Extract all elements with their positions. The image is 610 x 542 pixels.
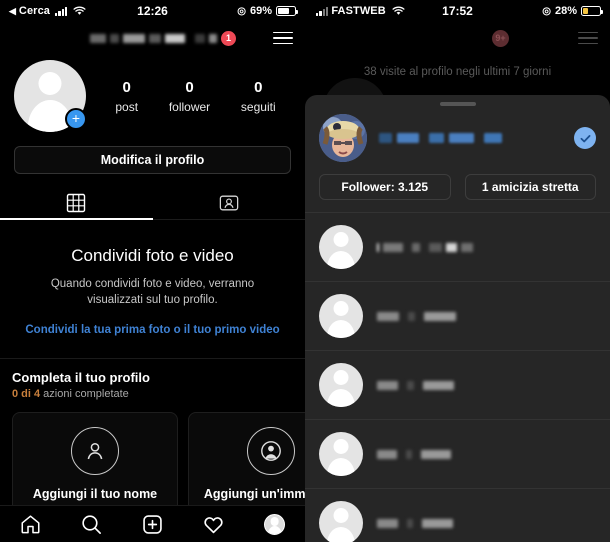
person-circle-icon bbox=[247, 427, 295, 475]
empty-state: Condividi foto e video Quando condividi … bbox=[0, 220, 305, 336]
home-icon[interactable] bbox=[18, 511, 44, 537]
back-arrow-icon[interactable]: ◀ bbox=[9, 7, 16, 16]
list-item-name-redacted bbox=[377, 450, 451, 459]
stat-follower-label: follower bbox=[169, 100, 210, 114]
status-left-group: ◀ Cerca bbox=[9, 5, 86, 17]
wifi-icon bbox=[73, 6, 86, 16]
stat-post[interactable]: 0 post bbox=[115, 78, 138, 114]
left-status-bar: ◀ Cerca 12:26 ◎ 69% bbox=[0, 0, 305, 22]
tagged-person-icon bbox=[219, 193, 239, 213]
location-icon: ◎ bbox=[237, 6, 246, 17]
battery-icon bbox=[581, 6, 601, 16]
progress-count: 0 di 4 bbox=[12, 388, 40, 400]
signal-bars-icon bbox=[316, 7, 328, 16]
plus-square-icon[interactable] bbox=[140, 511, 166, 537]
empty-state-subtitle: Quando condividi foto e video, verranno … bbox=[22, 276, 283, 308]
plus-icon[interactable]: + bbox=[65, 108, 87, 130]
profile-avatar-icon[interactable] bbox=[262, 511, 288, 537]
hamburger-menu-icon[interactable] bbox=[273, 32, 293, 45]
stat-follower[interactable]: 0 follower bbox=[169, 78, 210, 114]
status-carrier: FASTWEB bbox=[331, 5, 385, 17]
complete-profile-progress: 0 di 4 azioni completate bbox=[12, 388, 293, 400]
list-item-name-redacted bbox=[377, 519, 453, 528]
account-avatar[interactable] bbox=[319, 114, 367, 162]
share-first-photo-link[interactable]: Condividi la tua prima foto o il tuo pri… bbox=[22, 324, 283, 336]
location-icon: ◎ bbox=[542, 6, 551, 17]
right-app-header: 9+ bbox=[305, 22, 610, 54]
list-item[interactable] bbox=[305, 212, 610, 281]
tab-tagged[interactable] bbox=[153, 186, 306, 220]
account-name-redacted bbox=[379, 133, 502, 143]
list-item-name-redacted bbox=[377, 243, 473, 252]
status-left-group: FASTWEB bbox=[314, 5, 405, 17]
list-item[interactable] bbox=[305, 419, 610, 488]
list-item-name-redacted bbox=[377, 381, 454, 390]
status-right-group: ◎ 69% bbox=[237, 5, 296, 17]
status-back-label[interactable]: Cerca bbox=[19, 5, 50, 17]
account-list bbox=[305, 212, 610, 542]
verified-check-icon bbox=[574, 127, 596, 149]
sheet-pills: Follower: 3.125 1 amicizia stretta bbox=[305, 162, 610, 200]
default-avatar-icon bbox=[319, 294, 363, 338]
profile-visits-text: 38 visite al profilo negli ultimi 7 gior… bbox=[305, 66, 610, 78]
left-phone-screen: ◀ Cerca 12:26 ◎ 69% bbox=[0, 0, 305, 542]
sheet-account-header bbox=[305, 106, 610, 162]
stat-seguiti[interactable]: 0 seguiti bbox=[241, 78, 276, 114]
stat-follower-value: 0 bbox=[169, 78, 210, 98]
battery-percent: 69% bbox=[250, 5, 272, 17]
notification-badge[interactable]: 1 bbox=[221, 31, 236, 46]
list-item-name-redacted bbox=[377, 312, 456, 321]
card-add-name-title: Aggiungi il tuo nome bbox=[25, 487, 165, 501]
bottom-sheet: Follower: 3.125 1 amicizia stretta bbox=[305, 95, 610, 542]
empty-state-title: Condividi foto e video bbox=[22, 246, 283, 266]
left-app-header: 1 bbox=[0, 22, 305, 54]
bottom-navigation-bar bbox=[0, 505, 305, 542]
wifi-icon bbox=[392, 6, 405, 16]
followers-pill[interactable]: Follower: 3.125 bbox=[319, 174, 451, 200]
battery-percent: 28% bbox=[555, 5, 577, 17]
tab-grid[interactable] bbox=[0, 186, 153, 220]
complete-profile-title: Completa il tuo profilo bbox=[12, 370, 293, 385]
default-avatar-icon bbox=[319, 501, 363, 542]
hamburger-menu-icon[interactable] bbox=[578, 32, 598, 45]
status-right-group: ◎ 28% bbox=[542, 5, 601, 17]
person-outline-icon bbox=[71, 427, 119, 475]
heart-icon[interactable] bbox=[201, 511, 227, 537]
stat-post-label: post bbox=[115, 100, 138, 114]
right-status-bar: FASTWEB 17:52 ◎ 28% bbox=[305, 0, 610, 22]
card-add-picture-title: Aggiungi un'immagine bbox=[201, 487, 305, 501]
profile-stats: 0 post 0 follower 0 seguiti bbox=[86, 78, 291, 114]
default-avatar-icon bbox=[319, 432, 363, 476]
default-avatar-icon bbox=[319, 363, 363, 407]
list-item[interactable] bbox=[305, 350, 610, 419]
dual-phone-screenshot: ◀ Cerca 12:26 ◎ 69% bbox=[0, 0, 610, 542]
profile-tabs bbox=[0, 186, 305, 220]
battery-icon bbox=[276, 6, 296, 16]
right-phone-screen: FASTWEB 17:52 ◎ 28% 9+ 38 visite al prof… bbox=[305, 0, 610, 542]
notification-badge[interactable]: 9+ bbox=[492, 30, 509, 47]
signal-bars-icon bbox=[55, 7, 67, 16]
search-icon[interactable] bbox=[79, 511, 105, 537]
default-avatar-icon bbox=[319, 225, 363, 269]
stat-seguiti-value: 0 bbox=[241, 78, 276, 98]
edit-profile-button[interactable]: Modifica il profilo bbox=[14, 146, 291, 174]
list-item[interactable] bbox=[305, 281, 610, 350]
profile-summary-row: + 0 post 0 follower 0 seguiti bbox=[0, 54, 305, 132]
profile-username-redacted[interactable]: 1 bbox=[90, 31, 236, 46]
grid-icon bbox=[66, 193, 86, 213]
stat-seguiti-label: seguiti bbox=[241, 100, 276, 114]
list-item[interactable] bbox=[305, 488, 610, 542]
close-friends-pill[interactable]: 1 amicizia stretta bbox=[465, 174, 597, 200]
progress-label: azioni completate bbox=[40, 388, 129, 400]
profile-avatar[interactable]: + bbox=[14, 60, 86, 132]
stat-post-value: 0 bbox=[115, 78, 138, 98]
